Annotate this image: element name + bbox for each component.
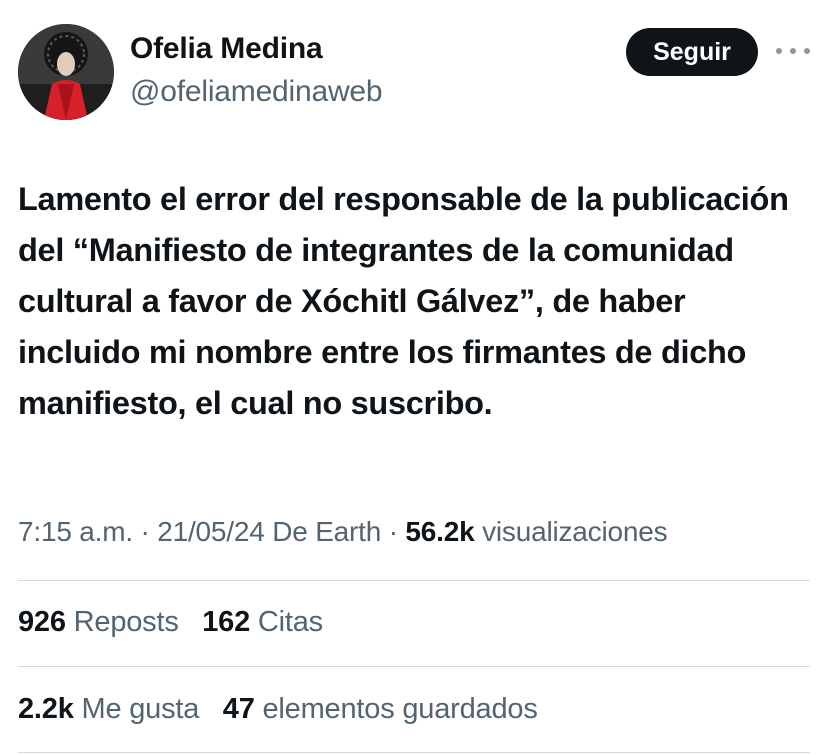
likes-stat[interactable]: 2.2k Me gusta: [18, 693, 199, 725]
reposts-count: 926: [18, 606, 66, 638]
dot: [804, 48, 810, 54]
reposts-label: Reposts: [73, 606, 179, 638]
meta-separator: ·: [381, 516, 406, 547]
views-count: 56.2k: [405, 516, 475, 547]
tweet-meta: 7:15 a.m. · 21/05/24 De Earth · 56.2k vi…: [18, 516, 668, 548]
avatar-image: [18, 24, 114, 120]
follow-button[interactable]: Seguir: [626, 28, 758, 76]
divider: [18, 666, 810, 667]
quotes-stat[interactable]: 162 Citas: [202, 606, 323, 638]
quotes-label: Citas: [257, 606, 323, 638]
dot: [790, 48, 796, 54]
bookmarks-count: 47: [222, 693, 255, 725]
dot: [776, 48, 782, 54]
meta-separator: ·: [132, 516, 158, 547]
views-label: visualizaciones: [474, 516, 668, 547]
display-name[interactable]: Ofelia Medina: [130, 32, 323, 66]
more-options-icon[interactable]: [776, 40, 810, 62]
likes-count: 2.2k: [18, 693, 74, 725]
avatar[interactable]: [18, 24, 114, 120]
tweet-date[interactable]: 21/05/24: [157, 516, 265, 547]
tweet-source: De Earth: [264, 516, 382, 547]
divider: [18, 752, 810, 753]
user-handle[interactable]: @ofeliamedinaweb: [130, 75, 383, 109]
stats-row-reposts: 926 Reposts 162 Citas: [18, 606, 323, 639]
reposts-stat[interactable]: 926 Reposts: [18, 606, 179, 638]
bookmarks-label: elementos guardados: [262, 693, 538, 725]
divider: [18, 580, 810, 581]
quotes-count: 162: [202, 606, 251, 638]
stats-row-likes: 2.2k Me gusta 47 elementos guardados: [18, 693, 538, 726]
likes-label: Me gusta: [81, 693, 200, 725]
bookmarks-stat[interactable]: 47 elementos guardados: [223, 693, 538, 725]
tweet-time[interactable]: 7:15 a.m.: [18, 516, 133, 547]
tweet-text: Lamento el error del responsable de la p…: [18, 181, 789, 421]
